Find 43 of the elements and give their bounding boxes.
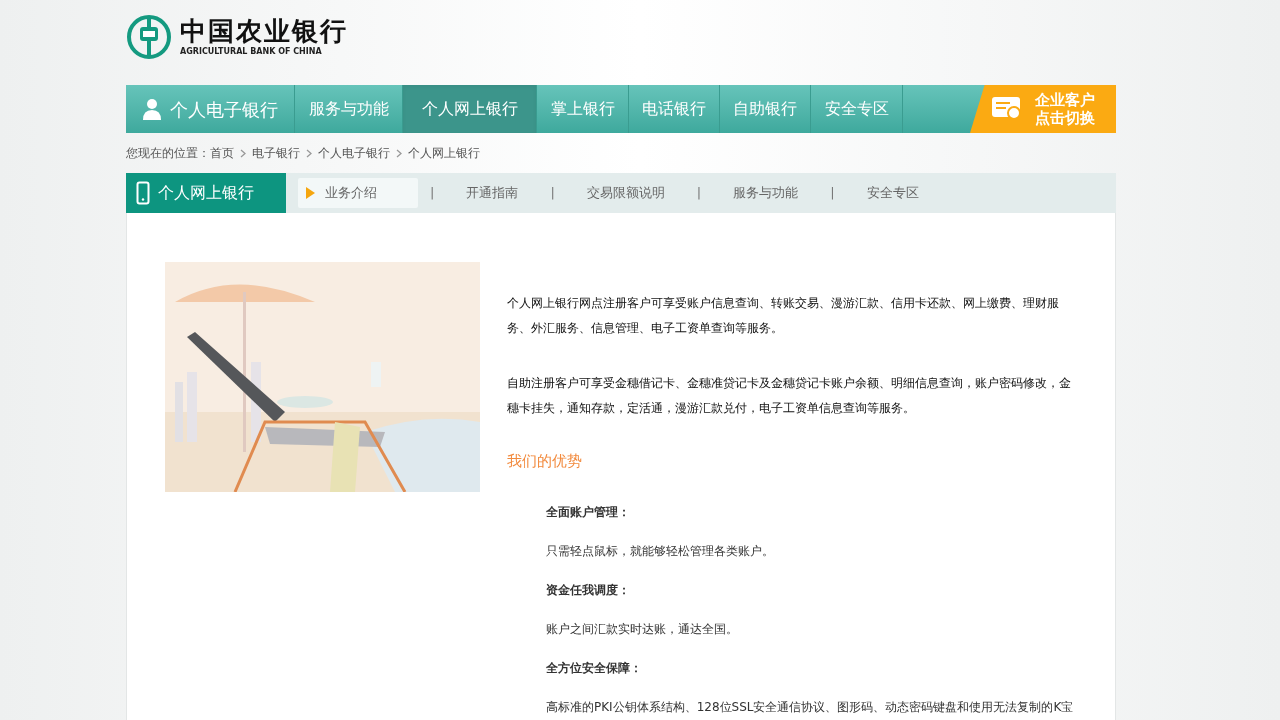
section-tab[interactable]: 业务介绍 xyxy=(298,178,418,208)
bank-english-name: AGRICULTURAL BANK OF CHINA xyxy=(180,45,323,58)
nav-label: 电话银行 xyxy=(642,98,706,120)
advantage-title: 全面账户管理： xyxy=(546,504,631,521)
phone-icon xyxy=(136,181,150,205)
advantage-description: 只需轻点鼠标，就能够轻松管理各类账户。 xyxy=(546,543,775,560)
advantage-title: 资金任我调度： xyxy=(546,582,631,599)
section-title: 个人网上银行 xyxy=(158,182,254,204)
breadcrumb-label: 您现在的位置： xyxy=(126,145,210,162)
section-tab[interactable]: 安全专区 xyxy=(846,178,939,208)
breadcrumb-link[interactable]: 首页 xyxy=(210,144,234,162)
separator: | xyxy=(829,184,836,203)
advantage-title: 全方位安全保障： xyxy=(546,660,643,677)
separator: | xyxy=(695,184,703,203)
chevron-icon xyxy=(240,148,246,158)
person-icon xyxy=(142,98,162,120)
section-heading: 我们的优势 xyxy=(507,451,583,472)
bank-name: 中国农业银行 xyxy=(180,15,348,46)
nav-tab[interactable]: 个人网上银行 xyxy=(403,85,537,133)
paragraph: 个人网上银行网点注册客户可享受账户信息查询、转账交易、漫游汇款、信用卡还款、网上缴费、理财服务、外汇服务、信息管理、电子工资单查询等服务。 xyxy=(507,295,1060,337)
advantage-description: 高标准的PKI公钥体系结构、128位SSL安全通信协议、图形码、动态密码键盘和使用无法复制的K宝 xyxy=(546,699,1075,716)
nav-label: 个人网上银行 xyxy=(421,98,518,120)
breadcrumb-link[interactable]: 电子银行 xyxy=(252,144,300,162)
section-tab[interactable]: 服务与功能 xyxy=(713,178,819,208)
nav-label: 个人电子银行 xyxy=(170,97,278,122)
section-tab[interactable]: 开通指南 xyxy=(446,178,539,208)
section-tab[interactable]: 交易限额说明 xyxy=(566,178,685,208)
chevron-icon xyxy=(306,148,312,158)
breadcrumb-current: 个人网上银行 xyxy=(408,145,480,162)
separator: | xyxy=(429,184,436,203)
breadcrumb-link[interactable]: 个人电子银行 xyxy=(318,144,390,162)
nav-label: 自助银行 xyxy=(733,98,797,120)
switch-label: 企业客户 xyxy=(1035,91,1095,109)
nav-label: 掌上银行 xyxy=(550,98,615,120)
nav-label: 安全专区 xyxy=(824,98,889,120)
switch-label: 点击切换 xyxy=(1035,109,1095,127)
advantage-description: 账户之间汇款实时达账，通达全国。 xyxy=(546,621,739,638)
paragraph: 自助注册客户可享受金穗借记卡、金穗准贷记卡及金穗贷记卡账户余额、明细信息查询，账户密码修改，金穗卡挂失，通知存款，定活通，漫游汇款兑付，电子工资单信息查询等服务。 xyxy=(507,375,1072,417)
bank-logo-icon xyxy=(126,14,172,59)
separator: | xyxy=(549,184,556,203)
nav-label: 服务与功能 xyxy=(308,98,389,120)
chevron-icon xyxy=(396,148,402,158)
play-icon xyxy=(306,187,315,199)
